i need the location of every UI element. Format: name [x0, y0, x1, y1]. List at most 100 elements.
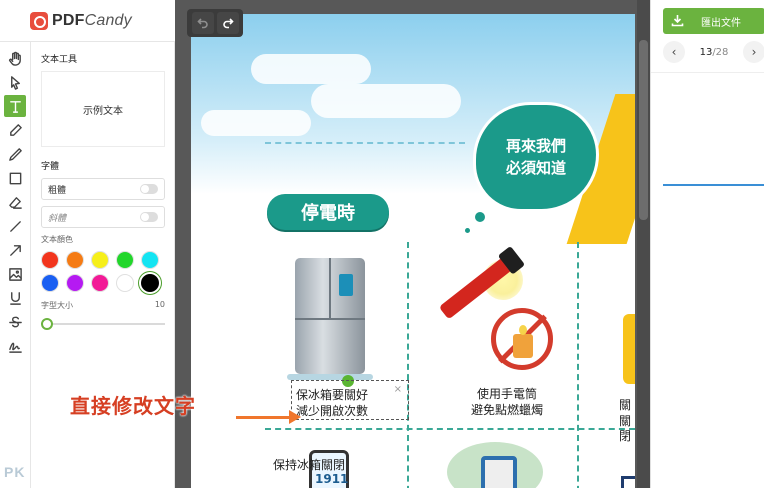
slider-knob[interactable]	[41, 318, 53, 330]
pointer-icon	[10, 75, 20, 90]
color-swatch-black[interactable]	[141, 274, 159, 292]
pdf-page[interactable]: 再來我們 必須知道 停電時 關 關閉 保冰箱要關好 減少開啟次數 × 使用手電筒…	[191, 14, 635, 488]
bubble-tail	[463, 226, 472, 235]
panel-title: 文本工具	[41, 55, 78, 65]
grid-divider	[407, 242, 409, 488]
power-strip-illustration	[481, 456, 517, 488]
color-swatch-green[interactable]	[116, 251, 134, 269]
annotation-arrow-head	[289, 410, 301, 424]
font-section-label: 字體	[41, 162, 60, 172]
strikethrough-icon	[8, 316, 22, 327]
line-tool[interactable]	[4, 215, 26, 237]
fridge-closed-caption: 保持冰箱關閉	[273, 458, 346, 472]
color-swatch-red[interactable]	[41, 251, 59, 269]
delete-text-box-icon[interactable]: ×	[394, 383, 402, 397]
hand-tool[interactable]	[4, 47, 26, 69]
flashlight-caption-line-1: 使用手電筒	[476, 387, 537, 401]
font-size-row: 字型大小 10	[41, 300, 165, 311]
editable-text-box[interactable]: 保冰箱要關好 減少開啟次數 ×	[291, 380, 409, 420]
italic-toggle-row[interactable]: 斜體	[41, 206, 165, 228]
cloud	[201, 110, 311, 136]
text-properties-panel: 文本工具 示例文本 字體 粗體 斜體 文本顏色 字型大小 10	[31, 42, 175, 488]
redo-button[interactable]	[216, 12, 239, 34]
arrow-icon	[9, 244, 21, 256]
pencil-tool[interactable]	[4, 143, 26, 165]
prev-page-button[interactable]: ‹	[663, 41, 685, 63]
annotation-label: 直接修改文字	[70, 394, 196, 418]
speech-bubble: 再來我們 必須知道	[473, 102, 599, 212]
color-swatch-yellow[interactable]	[91, 251, 109, 269]
italic-switch[interactable]	[140, 212, 158, 222]
section-heading: 停電時	[267, 194, 389, 230]
edit-text-line-1[interactable]: 保冰箱要關好	[296, 387, 408, 403]
select-tool[interactable]	[4, 71, 26, 93]
document-viewport: 再來我們 必須知道 停電時 關 關閉 保冰箱要關好 減少開啟次數 × 使用手電筒…	[175, 0, 650, 488]
flashlight-caption: 使用手電筒 避免點燃蠟燭	[447, 386, 567, 418]
text-color-label: 文本顏色	[41, 235, 73, 244]
image-tool[interactable]	[4, 263, 26, 285]
redo-icon	[222, 18, 234, 29]
font-size-slider[interactable]	[41, 317, 165, 331]
pen-tool[interactable]	[4, 119, 26, 141]
bold-switch[interactable]	[140, 184, 158, 194]
next-page-button[interactable]: ›	[742, 41, 764, 63]
color-swatch-blue[interactable]	[41, 274, 59, 292]
bubble-line-1: 再來我們	[505, 136, 566, 155]
color-swatch-pink[interactable]	[91, 274, 109, 292]
flashlight-caption-line-2: 避免點燃蠟燭	[470, 403, 543, 418]
italic-label: 斜體	[48, 213, 67, 224]
rectangle-icon	[9, 172, 21, 184]
phone-number: 1911	[315, 472, 349, 486]
scrollbar-thumb[interactable]	[639, 40, 648, 220]
pen-icon	[9, 123, 22, 136]
annotation-arrow-line	[236, 416, 292, 419]
export-document-button[interactable]: 匯出文件	[663, 8, 764, 34]
page-indicator: 13/28	[700, 47, 729, 58]
rectangle-tool[interactable]	[4, 167, 26, 189]
arrow-tool[interactable]	[4, 239, 26, 261]
grid-divider	[577, 242, 579, 488]
sample-text: 示例文本	[83, 105, 123, 117]
color-swatch-purple[interactable]	[66, 274, 84, 292]
grid-divider	[265, 428, 635, 430]
partial-icon	[621, 476, 635, 488]
undo-redo-bar	[187, 9, 243, 37]
text-tool[interactable]	[4, 95, 26, 117]
fridge-panel	[339, 274, 353, 296]
partial-caption: 關 關閉	[619, 398, 635, 445]
app-logo-text[interactable]: PDFCandy	[52, 12, 132, 30]
slider-track	[41, 323, 165, 325]
page-scrollbar[interactable]	[637, 0, 650, 488]
bold-label: 粗體	[48, 185, 67, 196]
strikethrough-tool[interactable]	[4, 311, 26, 333]
font-size-label: 字型大小	[41, 301, 73, 310]
bubble-line-2: 必須知道	[505, 159, 566, 177]
cloud	[251, 54, 371, 84]
underline-tool[interactable]	[4, 287, 26, 309]
tool-strip	[0, 42, 31, 488]
signature-icon	[8, 342, 22, 353]
panel-divider	[651, 72, 764, 73]
undo-icon	[196, 18, 208, 29]
line-icon	[9, 220, 21, 232]
current-page[interactable]: 13	[700, 47, 713, 58]
total-pages: /28	[712, 46, 729, 58]
signature-tool[interactable]	[4, 335, 26, 357]
font-size-value: 10	[154, 300, 165, 309]
undo-button[interactable]	[191, 12, 214, 34]
text-icon	[9, 100, 21, 113]
text-sample-preview: 示例文本	[41, 71, 165, 147]
color-swatch-orange[interactable]	[66, 251, 84, 269]
bold-toggle-row[interactable]: 粗體	[41, 178, 165, 200]
page-navigator: ‹ 13/28 ›	[663, 40, 764, 64]
image-icon	[8, 267, 22, 281]
logo-main: PDF	[52, 11, 85, 29]
color-swatch-white[interactable]	[116, 274, 134, 292]
partial-caption-line-2: 關閉	[619, 413, 632, 444]
decorative-wave	[265, 142, 465, 148]
watermark: PK	[4, 464, 26, 480]
fridge-illustration	[295, 258, 365, 374]
color-swatch-cyan[interactable]	[141, 251, 159, 269]
edit-text-line-2[interactable]: 減少開啟次數	[296, 403, 408, 419]
eraser-tool[interactable]	[4, 191, 26, 213]
